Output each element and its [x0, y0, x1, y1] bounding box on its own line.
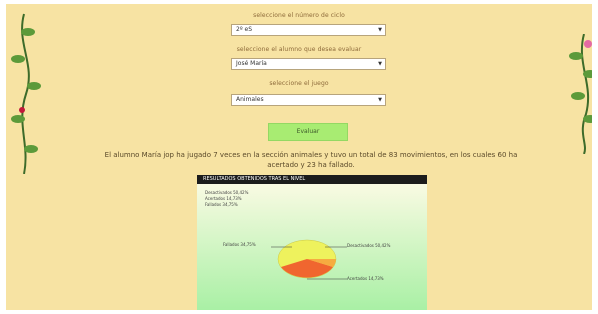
cycle-select-label: seleccione el número de ciclo — [253, 12, 345, 19]
evaluate-button[interactable]: Evaluar — [268, 123, 348, 141]
pie-label-bottom: Acertados 14,73% — [347, 276, 384, 281]
cycle-select[interactable]: 2º eS ▼ — [231, 24, 386, 36]
student-select-value: José María — [236, 60, 267, 67]
cycle-select-value: 2º eS — [236, 26, 253, 33]
chevron-down-icon: ▼ — [378, 61, 382, 67]
result-summary: El alumno María jop ha jugado 7 veces en… — [104, 151, 518, 169]
results-chart: RESULTADOS OBTENIDOS TRAS EL NIVEL Desac… — [197, 175, 427, 310]
game-select-label: seleccione el juego — [269, 80, 329, 87]
page-frame: seleccione el número de ciclo 2º eS ▼ se… — [6, 4, 592, 310]
student-select[interactable]: José María ▼ — [231, 58, 386, 70]
student-select-label: seleccione el alumno que desea evaluar — [236, 46, 362, 53]
chevron-down-icon: ▼ — [378, 97, 382, 103]
vine-decoration-left — [11, 13, 41, 174]
chevron-down-icon: ▼ — [378, 27, 382, 33]
game-select-value: Animales — [236, 96, 264, 103]
pie-label-right: Desactivados 50,42% — [347, 243, 391, 248]
game-select[interactable]: Animales ▼ — [231, 94, 386, 106]
pie-label-left: Fallados 34,75% — [223, 242, 256, 247]
